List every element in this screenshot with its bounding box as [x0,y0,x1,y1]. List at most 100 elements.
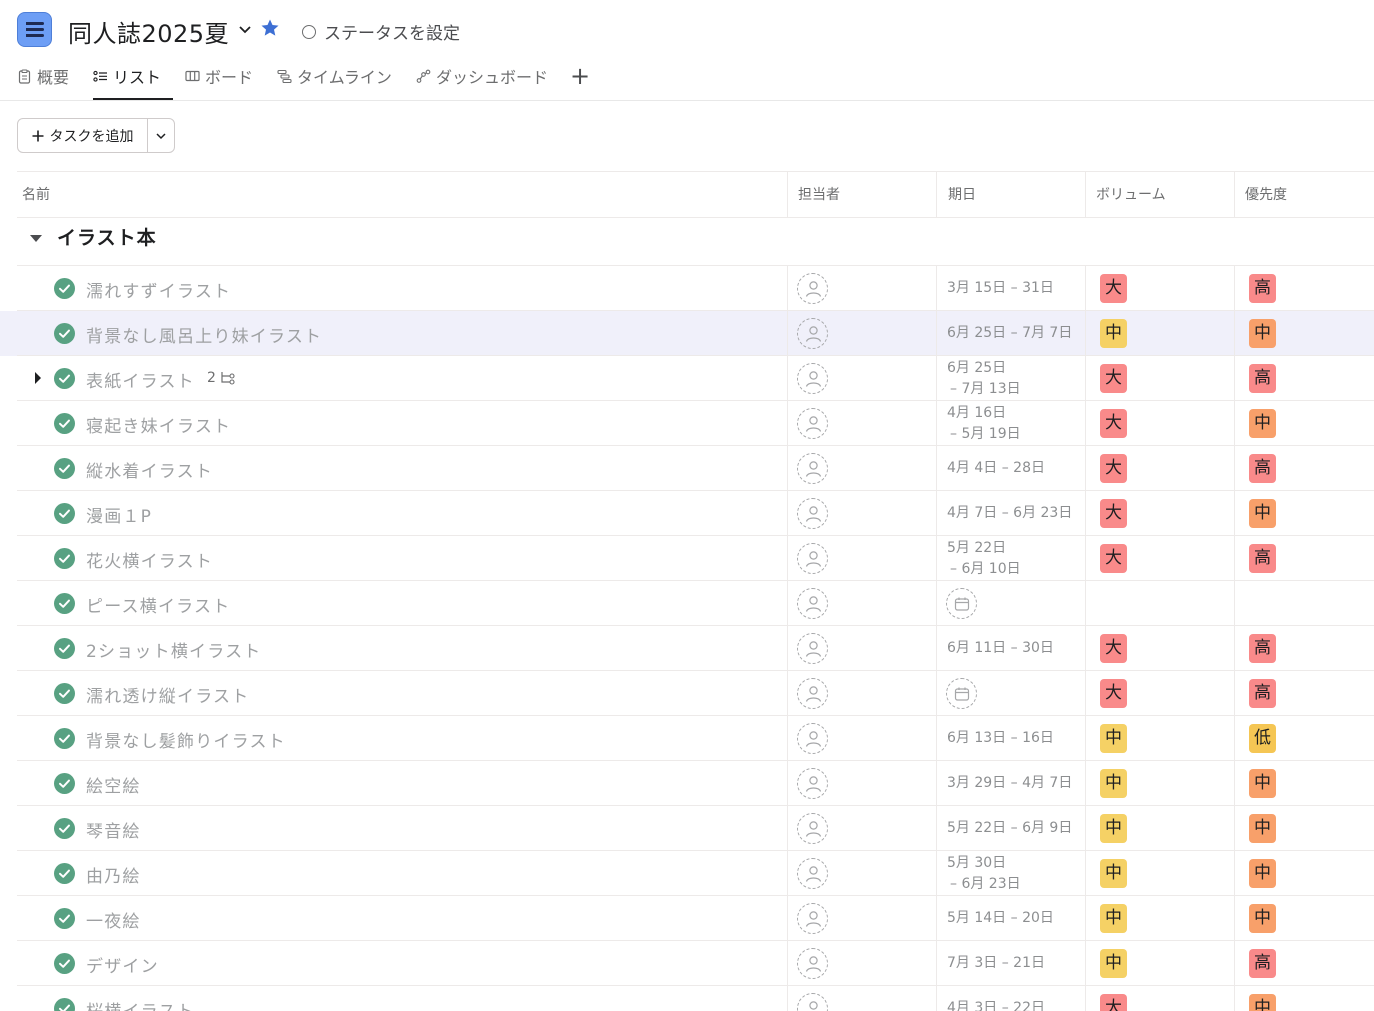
table-row[interactable]: 一夜絵 5月 14日 – 20日 中 中 [0,896,1374,941]
task-complete-checkbox[interactable] [54,503,75,524]
priority-tag[interactable]: 中 [1249,769,1276,798]
task-complete-checkbox[interactable] [54,593,75,614]
due-date[interactable]: 3月 29日 – 4月 7日 [947,773,1072,794]
task-name[interactable]: 濡れ透け縦イラスト [86,682,249,707]
due-date[interactable]: 4月 16日 – 5月 19日 [947,403,1021,445]
task-complete-checkbox[interactable] [54,368,75,389]
due-date[interactable]: 5月 22日 – 6月 9日 [947,818,1072,839]
priority-tag[interactable]: 高 [1249,949,1276,978]
task-name[interactable]: 桜横イラスト [86,997,195,1011]
table-row[interactable]: 絵空絵 3月 29日 – 4月 7日 中 中 [0,761,1374,806]
tab-dashboard[interactable]: ダッシュボード [416,62,560,90]
section-title[interactable]: イラスト本 [57,223,157,250]
due-date[interactable]: 4月 4日 – 28日 [947,458,1045,479]
volume-tag[interactable]: 中 [1100,904,1127,933]
table-row[interactable]: 桜横イラスト 4月 3日 – 22日 大 中 [0,986,1374,1011]
task-name[interactable]: ピース横イラスト [86,592,230,617]
priority-tag[interactable]: 中 [1249,904,1276,933]
tab-list[interactable]: リスト [93,62,174,100]
tab-overview[interactable]: 概要 [17,62,81,90]
add-task-button[interactable]: タスクを追加 [18,119,148,152]
due-date[interactable]: 4月 3日 – 22日 [947,998,1045,1011]
task-complete-checkbox[interactable] [54,863,75,884]
assignee-avatar[interactable] [797,858,828,889]
priority-tag[interactable]: 高 [1249,454,1276,483]
priority-tag[interactable]: 中 [1249,319,1276,348]
priority-tag[interactable]: 高 [1249,544,1276,573]
due-date[interactable]: 5月 30日 – 6月 23日 [947,853,1021,895]
star-icon[interactable] [260,18,280,38]
task-name[interactable]: 縦水着イラスト [86,457,213,482]
assignee-avatar[interactable] [797,363,828,394]
volume-tag[interactable]: 大 [1100,634,1127,663]
add-tab-button[interactable]: + [570,62,590,100]
due-date[interactable]: 5月 14日 – 20日 [947,908,1054,929]
due-date[interactable]: 6月 11日 – 30日 [947,638,1054,659]
volume-tag[interactable]: 中 [1100,949,1127,978]
priority-tag[interactable]: 中 [1249,814,1276,843]
task-complete-checkbox[interactable] [54,323,75,344]
task-name[interactable]: 2ショット横イラスト [86,637,261,662]
assignee-avatar[interactable] [797,588,828,619]
priority-tag[interactable]: 中 [1249,499,1276,528]
assignee-avatar[interactable] [797,813,828,844]
task-complete-checkbox[interactable] [54,773,75,794]
table-row[interactable]: 琴音絵 5月 22日 – 6月 9日 中 中 [0,806,1374,851]
volume-tag[interactable]: 大 [1100,994,1127,1011]
assignee-avatar[interactable] [797,678,828,709]
assignee-avatar[interactable] [797,408,828,439]
volume-tag[interactable]: 中 [1100,859,1127,888]
column-header-name[interactable]: 名前 [17,172,787,218]
volume-tag[interactable]: 大 [1100,409,1127,438]
assignee-avatar[interactable] [797,633,828,664]
tab-timeline[interactable]: タイムライン [277,62,404,90]
volume-tag[interactable]: 大 [1100,364,1127,393]
table-row[interactable]: 由乃絵 5月 30日 – 6月 23日 中 中 [0,851,1374,896]
task-name[interactable]: 絵空絵 [86,772,141,797]
task-name[interactable]: 寝起き妹イラスト [86,412,231,437]
add-task-dropdown-button[interactable] [148,119,174,152]
due-date[interactable]: 7月 3日 – 21日 [947,953,1045,974]
due-date[interactable]: 5月 22日 – 6月 10日 [947,538,1021,580]
assignee-avatar[interactable] [797,273,828,304]
due-date[interactable]: 3月 15日 – 31日 [947,278,1054,299]
volume-tag[interactable]: 中 [1100,319,1127,348]
assignee-avatar[interactable] [797,948,828,979]
subtask-count[interactable]: 2 [207,370,236,386]
project-title[interactable]: 同人誌2025夏 [68,14,229,49]
volume-tag[interactable]: 中 [1100,769,1127,798]
task-name[interactable]: 一夜絵 [86,907,141,932]
task-complete-checkbox[interactable] [54,458,75,479]
assignee-avatar[interactable] [797,543,828,574]
column-header-volume[interactable]: ボリューム [1085,172,1234,218]
task-name[interactable]: 花火横イラスト [86,547,213,572]
table-row[interactable]: 表紙イラスト 2 6月 25日 – 7月 13日 大 高 [0,356,1374,401]
due-date[interactable]: 6月 25日 – 7月 7日 [947,323,1072,344]
table-row[interactable]: 濡れすずイラスト 3月 15日 – 31日 大 高 [0,266,1374,311]
task-complete-checkbox[interactable] [54,818,75,839]
priority-tag[interactable]: 中 [1249,409,1276,438]
caret-down-icon[interactable] [29,231,43,245]
priority-tag[interactable]: 高 [1249,364,1276,393]
task-name[interactable]: 濡れすずイラスト [86,277,231,302]
table-row[interactable]: 2ショット横イラスト 6月 11日 – 30日 大 高 [0,626,1374,671]
task-complete-checkbox[interactable] [54,548,75,569]
due-date[interactable]: 6月 13日 – 16日 [947,728,1054,749]
assignee-avatar[interactable] [797,498,828,529]
assignee-avatar[interactable] [797,318,828,349]
task-name[interactable]: 背景なし髪飾りイラスト [86,727,286,752]
volume-tag[interactable]: 中 [1100,724,1127,753]
task-complete-checkbox[interactable] [54,413,75,434]
task-complete-checkbox[interactable] [54,278,75,299]
volume-tag[interactable]: 大 [1100,274,1127,303]
expand-subtasks-icon[interactable] [33,371,43,385]
task-complete-checkbox[interactable] [54,953,75,974]
assignee-avatar[interactable] [797,768,828,799]
table-row[interactable]: 漫画１P 4月 7日 – 6月 23日 大 中 [0,491,1374,536]
due-date[interactable]: 6月 25日 – 7月 13日 [947,358,1021,400]
column-header-assignee[interactable]: 担当者 [787,172,936,218]
task-name[interactable]: デザイン [86,952,159,977]
due-date[interactable]: 4月 7日 – 6月 23日 [947,503,1072,524]
priority-tag[interactable]: 高 [1249,274,1276,303]
priority-tag[interactable]: 低 [1249,724,1276,753]
